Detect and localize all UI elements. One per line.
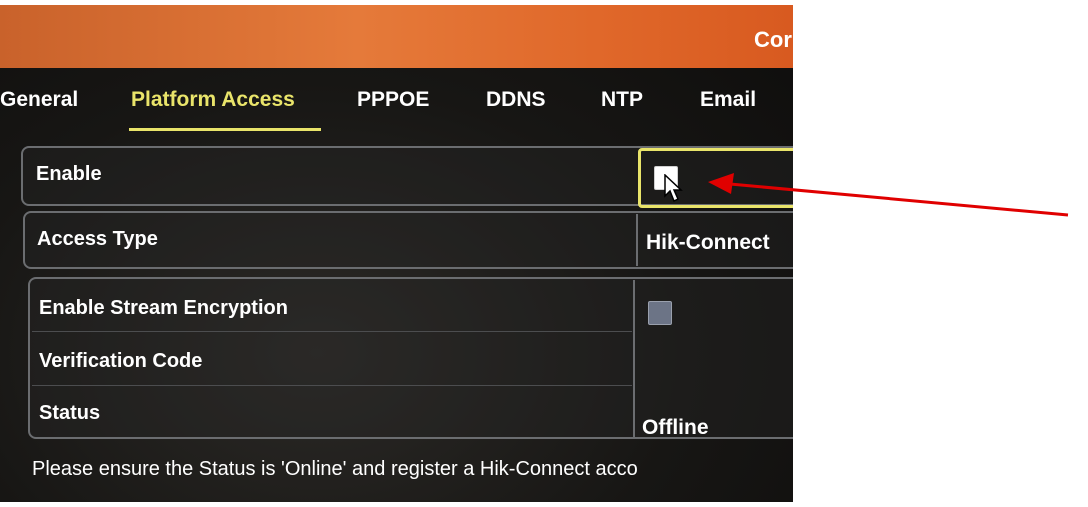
annotation-arrow [708, 173, 1069, 217]
arrow-shaft [729, 182, 1069, 217]
arrow-head-icon [708, 173, 734, 194]
